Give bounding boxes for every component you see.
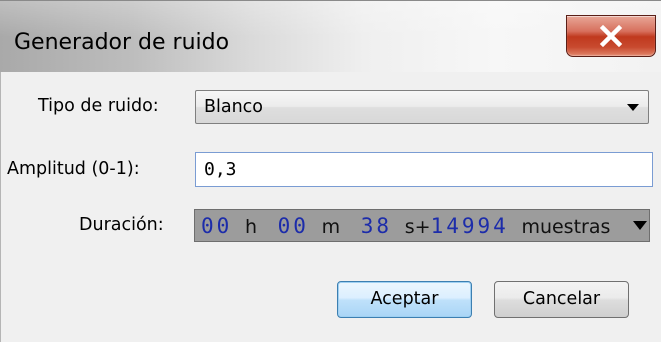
chevron-down-icon — [633, 221, 647, 230]
close-button[interactable] — [566, 15, 656, 57]
cancel-button[interactable]: Cancelar — [494, 281, 629, 318]
duration-samples-unit: muestras — [521, 216, 611, 238]
duration-hours-unit: h — [244, 216, 257, 238]
noise-generator-dialog: Generador de ruido Tipo de ruido: Blanco… — [0, 0, 661, 342]
duration-control[interactable]: 00 h 00 m 38 s+14994 muestras — [194, 209, 650, 242]
duration-format-dropdown[interactable] — [630, 210, 649, 241]
duration-minutes[interactable]: 00 — [278, 214, 309, 238]
duration-seconds[interactable]: 38 — [361, 214, 392, 238]
duration-hours[interactable]: 00 — [201, 214, 232, 238]
accept-button[interactable]: Aceptar — [337, 281, 472, 318]
duration-label: Duración: — [79, 215, 164, 235]
duration-readout: 00 h 00 m 38 s+14994 muestras — [201, 213, 610, 240]
dialog-content: Tipo de ruido: Blanco Amplitud (0-1): Du… — [0, 72, 661, 342]
amplitude-input[interactable] — [195, 152, 653, 187]
window-title: Generador de ruido — [14, 30, 230, 55]
noise-type-value: Blanco — [204, 97, 264, 117]
duration-minutes-unit: m — [321, 216, 341, 238]
duration-seconds-unit: s+ — [404, 216, 431, 238]
chevron-down-icon — [627, 104, 639, 111]
close-x-icon — [599, 24, 623, 48]
noise-type-label: Tipo de ruido: — [38, 96, 159, 116]
duration-samples[interactable]: 14994 — [431, 214, 509, 238]
title-bar[interactable]: Generador de ruido — [0, 0, 661, 72]
noise-type-select[interactable]: Blanco — [195, 90, 649, 124]
amplitude-label: Amplitud (0-1): — [7, 159, 140, 179]
